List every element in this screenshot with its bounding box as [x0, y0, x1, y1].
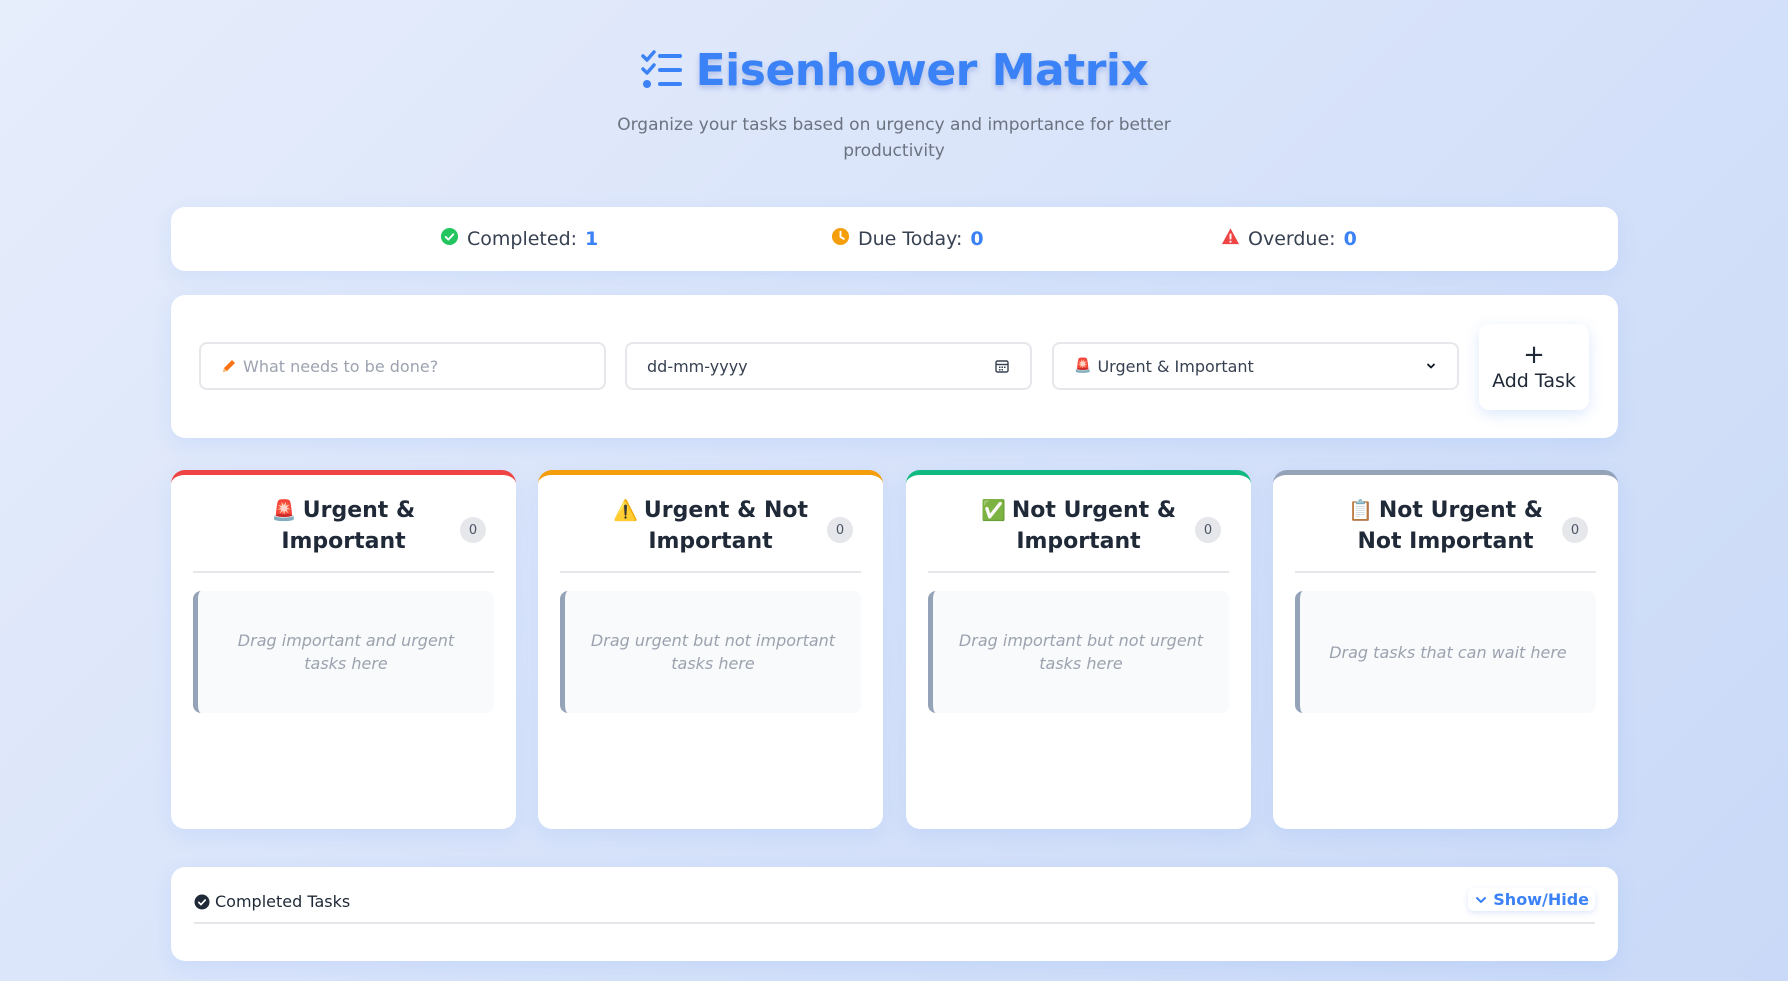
check-circle-icon: [194, 894, 210, 910]
stats-bar: Completed: 1 Due Today: 0 Overdue: 0: [171, 207, 1618, 271]
quadrant-urgent-not-important: ⚠️ Urgent & Not Important 0 Drag urgent b…: [538, 470, 883, 829]
stat-overdue-label: Overdue:: [1248, 228, 1336, 250]
task-input-placeholder: What needs to be done?: [243, 356, 439, 376]
stat-overdue: Overdue: 0: [1221, 207, 1357, 271]
stat-overdue-value: 0: [1343, 228, 1357, 250]
quadrant-header: ⚠️ Urgent & Not Important 0: [560, 475, 861, 573]
quadrant-not-urgent-not-important: 📋 Not Urgent & Not Important 0 Drag tasks…: [1273, 470, 1618, 829]
plus-icon: +: [1523, 340, 1545, 370]
quadrant-header: ✅ Not Urgent & Important 0: [928, 475, 1229, 573]
add-task-form: What needs to be done? dd-mm-yyyy 🚨 Urge…: [171, 295, 1618, 438]
tasks-list-icon: [640, 47, 686, 93]
quadrant-urgent-important: 🚨 Urgent & Important 0 Drag important and…: [171, 470, 516, 829]
quadrant-not-urgent-important: ✅ Not Urgent & Important 0 Drag important…: [906, 470, 1251, 829]
title-row: Eisenhower Matrix: [0, 40, 1788, 100]
quadrant-count-badge: 0: [1195, 517, 1221, 543]
category-selected: 🚨 Urgent & Important: [1074, 357, 1254, 376]
calendar-icon[interactable]: [994, 358, 1010, 374]
quadrant-drop-zone[interactable]: Drag urgent but not important tasks here: [560, 591, 861, 713]
task-input[interactable]: What needs to be done?: [199, 342, 606, 390]
page-subtitle: Organize your tasks based on urgency and…: [617, 115, 1171, 161]
stat-completed-value: 1: [585, 228, 599, 250]
due-date-placeholder: dd-mm-yyyy: [647, 356, 748, 376]
add-task-button[interactable]: + Add Task: [1479, 324, 1589, 410]
quadrant-title: 📋 Not Urgent & Not Important: [1347, 498, 1543, 554]
page-header: Eisenhower Matrix Organize your tasks ba…: [0, 40, 1788, 164]
clock-icon: [831, 227, 850, 251]
chevron-down-icon: [1474, 893, 1488, 907]
category-select[interactable]: 🚨 Urgent & Important: [1052, 342, 1459, 390]
warning-triangle-icon: [1221, 227, 1240, 251]
siren-icon: 🚨: [1074, 358, 1092, 374]
stat-completed-label: Completed:: [467, 228, 578, 250]
quadrant-count-badge: 0: [460, 517, 486, 543]
check-circle-icon: [440, 227, 459, 251]
category-selected-label: Urgent & Important: [1097, 356, 1254, 376]
quadrant-drop-zone[interactable]: Drag important but not urgent tasks here: [928, 591, 1229, 713]
completed-tasks-label: Completed Tasks: [215, 892, 351, 911]
quadrant-drop-zone[interactable]: Drag tasks that can wait here: [1295, 591, 1596, 713]
quadrant-count-badge: 0: [827, 517, 853, 543]
show-hide-button[interactable]: Show/Hide: [1468, 888, 1595, 911]
completed-tasks-header: Completed Tasks Show/Hide: [194, 867, 1595, 924]
stat-completed: Completed: 1: [440, 207, 598, 271]
check-box-icon: ✅: [980, 498, 1006, 522]
due-date-input[interactable]: dd-mm-yyyy: [625, 342, 1032, 390]
warning-icon: ⚠️: [612, 498, 638, 522]
stat-due-today: Due Today: 0: [831, 207, 984, 271]
stat-due-today-value: 0: [970, 228, 984, 250]
clipboard-icon: 📋: [1347, 498, 1373, 522]
completed-tasks-panel: Completed Tasks Show/Hide: [171, 867, 1618, 961]
quadrant-title: ⚠️ Urgent & Not Important: [612, 498, 808, 554]
quadrant-header: 📋 Not Urgent & Not Important 0: [1295, 475, 1596, 573]
stat-due-today-label: Due Today:: [858, 228, 963, 250]
chevron-down-icon: [1425, 360, 1437, 372]
quadrant-count-badge: 0: [1562, 517, 1588, 543]
pencil-icon: [221, 358, 237, 374]
quadrant-drop-zone[interactable]: Drag important and urgent tasks here: [193, 591, 494, 713]
add-task-label: Add Task: [1492, 370, 1576, 392]
completed-tasks-title: Completed Tasks: [194, 892, 350, 911]
page-title: Eisenhower Matrix: [695, 44, 1149, 96]
quadrant-header: 🚨 Urgent & Important 0: [193, 475, 494, 573]
show-hide-label: Show/Hide: [1493, 890, 1589, 909]
quadrant-title: ✅ Not Urgent & Important: [980, 498, 1176, 554]
quadrant-title: 🚨 Urgent & Important: [271, 498, 416, 554]
siren-icon: 🚨: [271, 498, 297, 522]
